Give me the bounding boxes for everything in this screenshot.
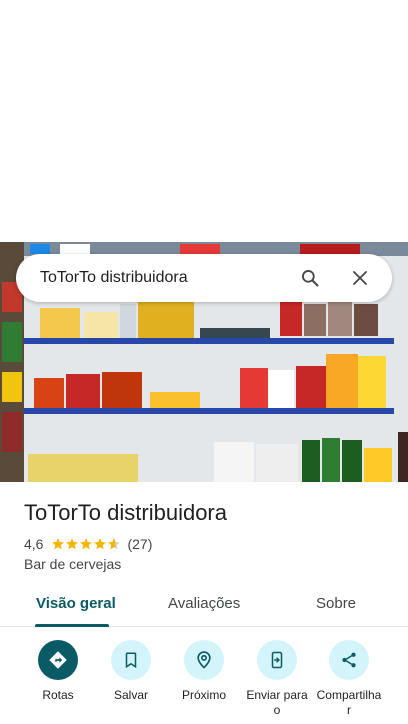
send-to-phone-button-circle[interactable]	[257, 640, 297, 680]
search-button[interactable]	[292, 260, 328, 296]
tab-bar: Visão geral Avaliações Sobre	[0, 585, 408, 627]
star-icon	[52, 538, 65, 550]
star-icon	[94, 538, 107, 550]
share-button-circle[interactable]	[329, 640, 369, 680]
tab-overview[interactable]: Visão geral	[36, 595, 116, 612]
search-bar[interactable]: ToTorTo distribuidora	[16, 254, 392, 302]
star-icon	[66, 538, 79, 550]
map-blank-area	[0, 0, 408, 242]
action-buttons: Rotas Salvar Próximo Enviar para o Compa…	[0, 640, 408, 724]
bookmark-icon	[125, 652, 137, 669]
save-button[interactable]: Salvar	[91, 640, 171, 703]
search-icon	[302, 270, 319, 287]
nearby-label: Próximo	[181, 688, 226, 702]
star-icon	[80, 538, 93, 550]
send-to-phone-icon	[271, 651, 283, 669]
place-category: Bar de cervejas	[24, 556, 122, 572]
rating-stars	[51, 537, 121, 551]
directions-label: Rotas	[42, 688, 74, 702]
directions-icon	[49, 651, 67, 669]
directions-button-circle[interactable]	[38, 640, 78, 680]
nearby-button-circle[interactable]	[184, 640, 224, 680]
close-button[interactable]	[342, 260, 378, 296]
place-title: ToTorTo distribuidora	[24, 500, 227, 525]
share-icon	[342, 652, 356, 668]
share-label: Compartilhar	[316, 688, 382, 717]
save-label: Salvar	[113, 688, 148, 702]
send-to-phone-button[interactable]: Enviar para o	[237, 640, 317, 718]
rating-value: 4,6	[24, 536, 44, 552]
active-tab-indicator	[35, 624, 109, 627]
tab-reviews[interactable]: Avaliações	[168, 595, 240, 612]
nearby-icon	[197, 651, 211, 669]
review-count[interactable]: (27)	[127, 536, 152, 552]
rating-row[interactable]: 4,6 (27)	[24, 535, 152, 553]
tab-about[interactable]: Sobre	[316, 595, 356, 612]
star-half-icon	[108, 538, 121, 550]
save-button-circle[interactable]	[111, 640, 151, 680]
search-query-text[interactable]: ToTorTo distribuidora	[40, 269, 278, 287]
share-button[interactable]: Compartilhar	[309, 640, 389, 718]
send-to-phone-label: Enviar para o	[246, 688, 308, 717]
close-icon	[353, 271, 367, 285]
nearby-button[interactable]: Próximo	[164, 640, 244, 703]
directions-button[interactable]: Rotas	[18, 640, 98, 703]
